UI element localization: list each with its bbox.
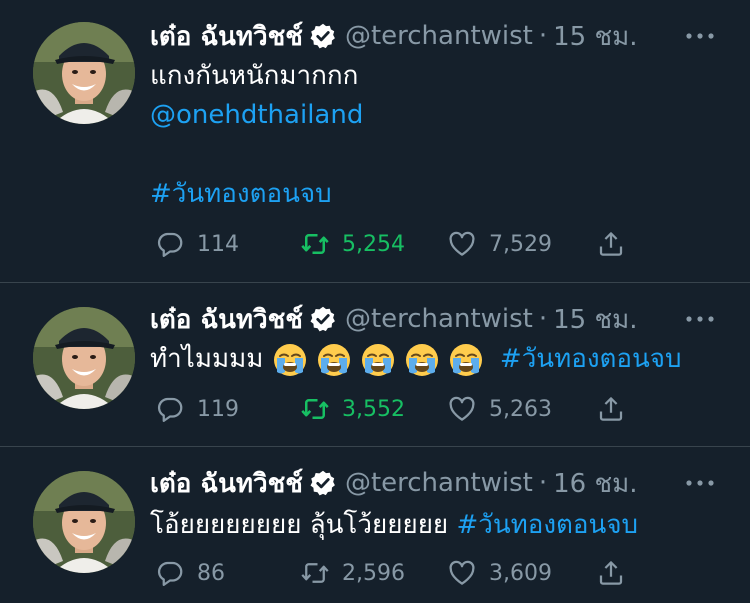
emoji-group — [272, 342, 484, 378]
tweet-text-body: ทำไมมมม — [150, 344, 264, 374]
reply-count: 119 — [197, 396, 239, 422]
retweet-button[interactable]: 3,552 — [300, 389, 405, 429]
tweet-text: ทำไมมมม #วันทองตอนจบ — [150, 339, 682, 379]
username[interactable]: @terchantwist — [345, 21, 533, 51]
more-options-icon[interactable] — [684, 473, 716, 493]
hashtag-link[interactable]: #วันทองตอนจบ — [456, 510, 638, 540]
hashtag-link[interactable]: #วันทองตอนจบ — [500, 344, 682, 374]
retweet-icon — [300, 394, 330, 424]
retweet-icon — [300, 558, 330, 588]
reply-button[interactable]: 86 — [155, 553, 225, 593]
verified-badge-icon — [309, 22, 337, 50]
reply-icon — [155, 394, 185, 424]
separator-dot: · — [538, 304, 548, 334]
mention-link[interactable]: @onehdthailand — [150, 95, 363, 135]
like-icon — [447, 229, 477, 259]
reply-count: 86 — [197, 560, 225, 586]
timestamp[interactable]: 15 ชม. — [553, 299, 637, 340]
tweet[interactable]: เต๋อ ฉันทวิชช์ @terchantwist · 15 ชม. ทำ… — [0, 283, 750, 446]
loudly-crying-face-icon — [448, 342, 484, 378]
like-count: 3,609 — [489, 560, 552, 586]
retweet-count: 3,552 — [342, 396, 405, 422]
timestamp[interactable]: 15 ชม. — [553, 16, 637, 57]
separator-dot: · — [538, 21, 548, 51]
loudly-crying-face-icon — [404, 342, 440, 378]
tweet-text: โอ้ยยยยยยยย ลุ้นโว้ยยยยย #วันทองตอนจบ — [150, 505, 638, 545]
share-icon — [596, 558, 626, 588]
tweet-text-body: โอ้ยยยยยยยย ลุ้นโว้ยยยยย — [150, 510, 449, 540]
share-icon — [596, 229, 626, 259]
verified-badge-icon — [309, 469, 337, 497]
timestamp[interactable]: 16 ชม. — [553, 463, 637, 504]
hashtag-link[interactable]: #วันทองตอนจบ — [150, 174, 332, 214]
avatar[interactable] — [33, 471, 135, 573]
loudly-crying-face-icon — [272, 342, 308, 378]
avatar[interactable] — [33, 307, 135, 409]
more-options-icon[interactable] — [684, 309, 716, 329]
username[interactable]: @terchantwist — [345, 304, 533, 334]
share-button[interactable] — [596, 224, 626, 264]
loudly-crying-face-icon — [316, 342, 352, 378]
tweet-text-line: แกงกันหนักมากกก — [150, 61, 359, 91]
retweet-count: 2,596 — [342, 560, 405, 586]
tweet-header: เต๋อ ฉันทวิชช์ @terchantwist · 15 ชม. — [150, 299, 638, 339]
more-options-icon[interactable] — [684, 26, 716, 46]
like-icon — [447, 558, 477, 588]
like-button[interactable]: 3,609 — [447, 553, 552, 593]
retweet-button[interactable]: 5,254 — [300, 224, 405, 264]
like-count: 5,263 — [489, 396, 552, 422]
like-icon — [447, 394, 477, 424]
share-button[interactable] — [596, 389, 626, 429]
reply-count: 114 — [197, 231, 239, 257]
reply-button[interactable]: 114 — [155, 224, 239, 264]
display-name[interactable]: เต๋อ ฉันทวิชช์ — [150, 16, 303, 57]
tweet[interactable]: เต๋อ ฉันทวิชช์ @terchantwist · 16 ชม. โอ… — [0, 447, 750, 603]
reply-icon — [155, 558, 185, 588]
display-name[interactable]: เต๋อ ฉันทวิชช์ — [150, 463, 303, 504]
avatar[interactable] — [33, 22, 135, 124]
share-button[interactable] — [596, 553, 626, 593]
reply-button[interactable]: 119 — [155, 389, 239, 429]
action-bar: 86 2,596 3,609 — [150, 553, 630, 593]
like-button[interactable]: 7,529 — [447, 224, 552, 264]
retweet-icon — [300, 229, 330, 259]
loudly-crying-face-icon — [360, 342, 396, 378]
tweet-header: เต๋อ ฉันทวิชช์ @terchantwist · 16 ชม. — [150, 463, 638, 503]
retweet-count: 5,254 — [342, 231, 405, 257]
display-name[interactable]: เต๋อ ฉันทวิชช์ — [150, 299, 303, 340]
share-icon — [596, 394, 626, 424]
separator-dot: · — [538, 468, 548, 498]
tweet[interactable]: เต๋อ ฉันทวิชช์ @terchantwist · 15 ชม. แก… — [0, 0, 750, 282]
like-count: 7,529 — [489, 231, 552, 257]
action-bar: 119 3,552 5,263 — [150, 389, 630, 429]
tweet-feed: เต๋อ ฉันทวิชช์ @terchantwist · 15 ชม. แก… — [0, 0, 750, 603]
retweet-button[interactable]: 2,596 — [300, 553, 405, 593]
like-button[interactable]: 5,263 — [447, 389, 552, 429]
tweet-header: เต๋อ ฉันทวิชช์ @terchantwist · 15 ชม. — [150, 16, 638, 56]
verified-badge-icon — [309, 305, 337, 333]
reply-icon — [155, 229, 185, 259]
username[interactable]: @terchantwist — [345, 468, 533, 498]
action-bar: 114 5,254 7,529 — [150, 224, 630, 264]
